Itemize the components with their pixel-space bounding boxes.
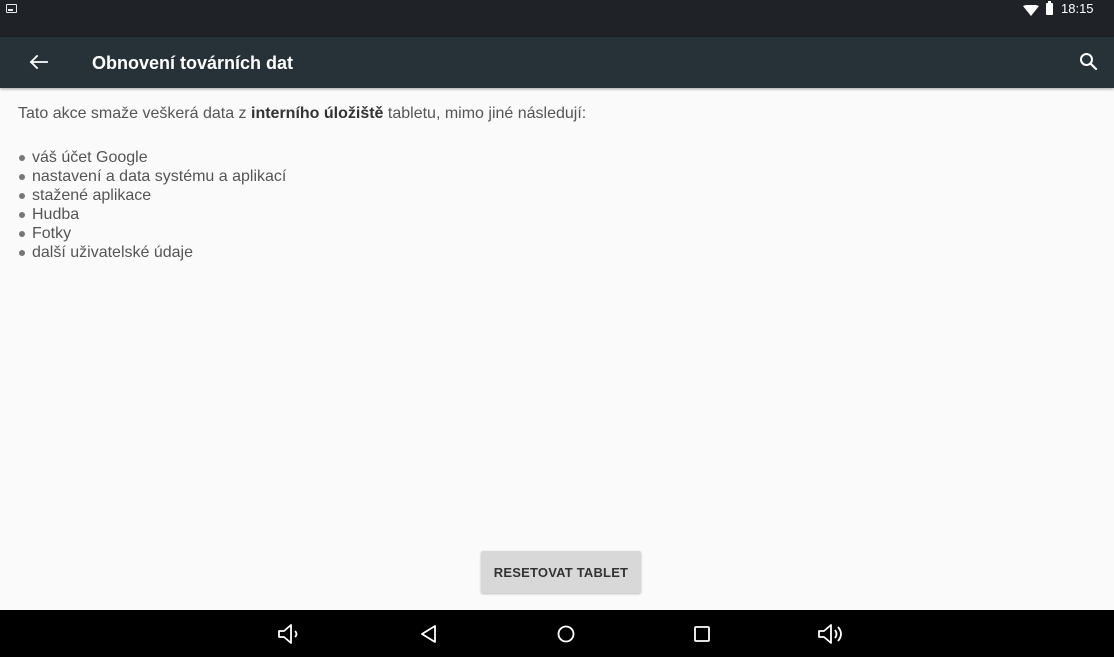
bullet-icon [19, 155, 25, 161]
screen: 18:15 Obnovení továrních dat Tato akce s… [0, 0, 1114, 657]
list-item: nastavení a data systému a aplikací [18, 167, 286, 186]
home-nav-button[interactable] [551, 620, 581, 648]
bullet-icon [19, 193, 25, 199]
wiped-data-list: váš účet Google nastavení a data systému… [18, 148, 286, 262]
bullet-icon [19, 231, 25, 237]
intro-text: Tato akce smaže veškerá data z interního… [18, 104, 586, 124]
intro-text-end: tabletu, mimo jiné následují: [383, 105, 587, 122]
list-item-text: nastavení a data systému a aplikací [32, 168, 287, 185]
wifi-icon [1023, 5, 1039, 16]
search-icon [1080, 53, 1098, 71]
list-item: váš účet Google [18, 148, 286, 167]
image-notification-icon [6, 4, 17, 13]
volume-up-icon [818, 624, 842, 644]
list-item-text: váš účet Google [32, 149, 148, 166]
list-item: další uživatelské údaje [18, 243, 286, 262]
intro-text-start: Tato akce smaže veškerá data z [18, 105, 251, 122]
recents-nav-button[interactable] [687, 620, 717, 648]
bullet-icon [19, 212, 25, 218]
bullet-icon [19, 174, 25, 180]
list-item-text: stažené aplikace [32, 187, 152, 204]
list-item-text: další uživatelské údaje [32, 244, 193, 261]
arrow-back-icon [29, 54, 48, 70]
back-button[interactable] [25, 49, 53, 75]
reset-tablet-button[interactable]: RESETOVAT TABLET [481, 551, 641, 593]
list-item: stažené aplikace [18, 186, 286, 205]
recents-square-icon [694, 626, 710, 642]
action-bar: Obnovení továrních dat [0, 37, 1114, 88]
bullet-icon [19, 250, 25, 256]
status-bar: 18:15 [0, 0, 1114, 37]
volume-up-button[interactable] [816, 620, 846, 648]
battery-icon [1046, 1, 1053, 15]
clock: 18:15 [1061, 1, 1094, 16]
home-circle-icon [557, 625, 575, 643]
main-content: Tato akce smaže veškerá data z interního… [0, 88, 1114, 610]
navigation-bar [0, 610, 1114, 657]
list-item: Fotky [18, 224, 286, 243]
volume-down-icon [278, 624, 298, 644]
page-title: Obnovení továrních dat [92, 53, 294, 73]
list-item: Hudba [18, 205, 286, 224]
back-triangle-icon [421, 625, 436, 643]
list-item-text: Hudba [32, 206, 80, 223]
volume-down-button[interactable] [275, 620, 305, 648]
intro-text-bold: interního úložiště [251, 105, 384, 122]
search-button[interactable] [1076, 49, 1102, 75]
back-nav-button[interactable] [414, 620, 444, 648]
list-item-text: Fotky [32, 225, 72, 242]
